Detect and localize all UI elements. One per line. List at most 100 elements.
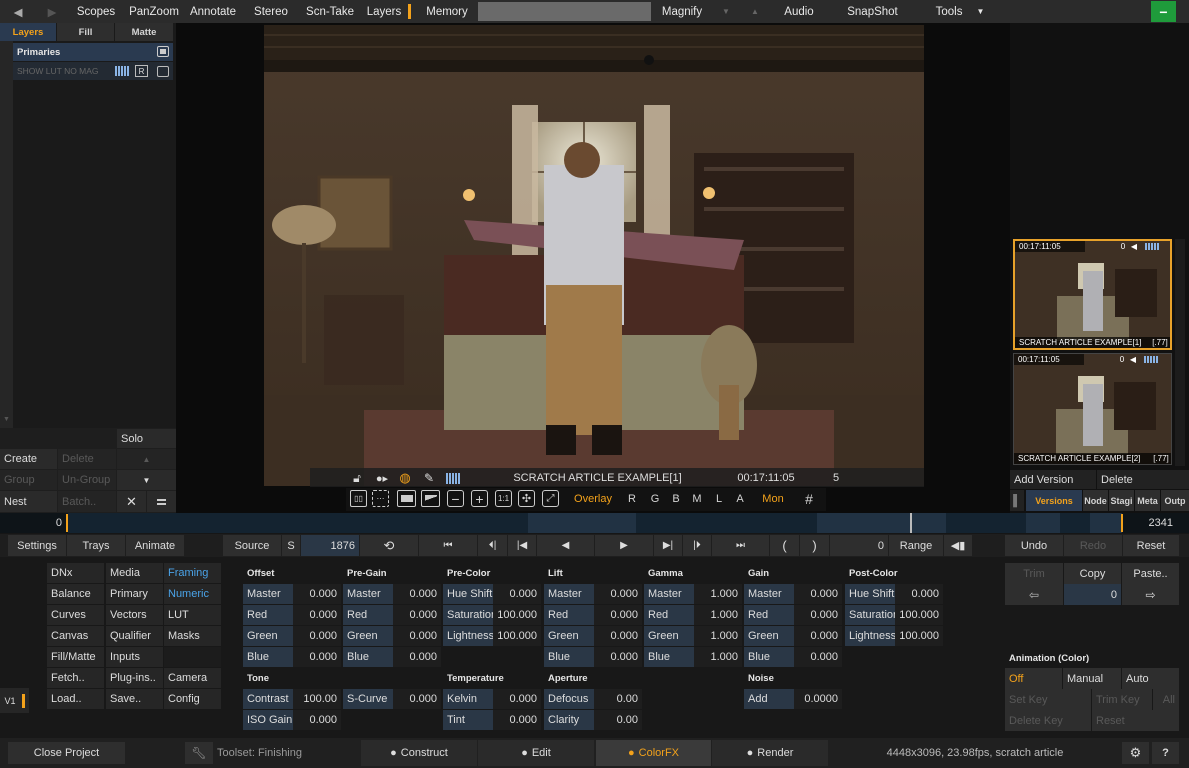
menu-item-media[interactable]: Media [106,563,163,583]
gear-icon[interactable]: ⚙ [1122,742,1149,764]
temperature-tint-value[interactable]: 0.000 [493,710,541,730]
offset-green-value[interactable]: 0.000 [293,626,341,646]
tab-stage[interactable]: Stagi [1109,490,1134,511]
temperature-kelvin-value[interactable]: 0.000 [493,689,541,709]
forward-arrow-icon[interactable]: ▶ [36,0,68,23]
one-to-one-button[interactable]: 1:1 [495,490,512,507]
overlay-button[interactable]: Overlay [570,490,616,507]
audio-link-icon[interactable]: ●▸ [372,469,392,487]
ungroup-button[interactable]: Un-Group [58,470,116,490]
menu-item-camera[interactable]: Camera [164,668,221,688]
delete-key-button[interactable]: Delete Key [1005,710,1091,731]
tab-meta[interactable]: Meta [1135,490,1160,511]
tab-colorfx[interactable]: ● ColorFX [596,740,711,766]
grid-icon[interactable]: # [800,490,818,507]
batch-button[interactable]: Batch.. [58,491,116,512]
menu-item-inputs[interactable]: Inputs [106,647,163,667]
channel-m[interactable]: M [691,490,703,507]
menu-item-canvas[interactable]: Canvas [47,626,104,646]
mark-in-icon[interactable]: ( [770,535,799,556]
panel-handle-icon[interactable]: ▌ [1010,490,1024,511]
timeline-segment[interactable] [1060,513,1090,533]
menu-item-lut[interactable]: LUT [164,605,221,625]
go-to-start-icon[interactable]: ⏮ [419,535,477,556]
channel-g[interactable]: G [649,490,661,507]
timeline-segment[interactable] [1026,513,1060,533]
scurve-s-curve-value[interactable]: 0.000 [393,689,441,709]
menu-item-numeric[interactable]: Numeric [164,584,221,604]
menu-item-masks[interactable]: Masks [164,626,221,646]
move-up-icon[interactable]: ▲ [117,449,176,469]
menu-magnify[interactable]: Magnify [653,0,711,23]
menu-audio[interactable]: Audio [770,0,828,23]
menu-item-balance[interactable]: Balance [47,584,104,604]
globe-icon[interactable]: ◍ [397,469,413,487]
tab-layers[interactable]: Layers [0,23,56,41]
left-scrollbar[interactable] [0,23,13,428]
timeline-segment[interactable] [912,513,946,533]
gamma-green-value[interactable]: 1.000 [694,626,742,646]
timeline-segment[interactable] [817,513,910,533]
menu-item-config[interactable]: Config [164,689,221,709]
menu-scopes[interactable]: Scopes [68,0,124,23]
close-x-icon[interactable]: ✕ [117,491,146,512]
copy-right-arrow-icon[interactable]: ⇨ [1122,584,1179,605]
group-button[interactable]: Group [0,470,57,490]
layer-visibility-icon[interactable] [157,46,169,57]
menu-item-fetch[interactable]: Fetch.. [47,668,104,688]
all-keys-button[interactable]: All [1153,689,1179,710]
timeline-segment[interactable] [1090,513,1122,533]
versions-scrollbar[interactable] [1175,239,1185,466]
gamma-blue-value[interactable]: 1.000 [694,647,742,667]
timeline-segment[interactable] [68,513,528,533]
gamma-red-value[interactable]: 1.000 [694,605,742,625]
lut-visibility-icon[interactable] [157,66,169,77]
noise-add-value[interactable]: 0.0000 [794,689,842,709]
postcolor-hue-shift-value[interactable]: 0.000 [895,584,943,604]
create-button[interactable]: Create [0,449,57,469]
precolor-hue-shift-value[interactable]: 0.000 [493,584,541,604]
lift-red-value[interactable]: 0.000 [594,605,642,625]
nest-button[interactable]: Nest [0,491,57,512]
menu-item-vectors[interactable]: Vectors [106,605,163,625]
menu-item-plugins[interactable]: Plug-ins.. [106,668,163,688]
menu-snapshot[interactable]: SnapShot [830,0,915,23]
tone-contrast-value[interactable]: 100.00 [293,689,341,709]
volume-icon[interactable]: ◀▮ [944,535,972,556]
copy-value[interactable]: 0 [1064,584,1121,605]
tab-render[interactable]: ● Render [712,740,828,766]
timeline-segment[interactable] [946,513,1026,533]
lift-blue-value[interactable]: 0.000 [594,647,642,667]
anim-manual-button[interactable]: Manual [1063,668,1121,689]
menu-panzoom[interactable]: PanZoom [125,0,183,23]
gain-red-value[interactable]: 0.000 [794,605,842,625]
zoom-out-icon[interactable]: − [447,490,464,507]
v1-track[interactable]: V1 [0,688,29,713]
s-button[interactable]: S [282,535,300,556]
reset-button[interactable]: Reset [1123,535,1179,556]
anim-off-button[interactable]: Off [1005,668,1062,689]
menu-item-fillmatte[interactable]: Fill/Matte [47,647,104,667]
loop-icon[interactable]: ⟲ [360,535,418,556]
play-reverse-icon[interactable]: ◀ [537,535,594,556]
gamma-master-value[interactable]: 1.000 [694,584,742,604]
tab-versions[interactable]: Versions [1026,490,1082,511]
step-back-icon[interactable]: |◀ [508,535,536,556]
channel-a[interactable]: A [734,490,746,507]
tab-edit[interactable]: ● Edit [478,740,594,766]
gain-master-value[interactable]: 0.000 [794,584,842,604]
menu-item-framing[interactable]: Framing [164,563,221,583]
paste-button[interactable]: Paste.. [1122,563,1179,584]
animate-button[interactable]: Animate [126,535,184,556]
mark-out-icon[interactable]: ) [800,535,829,556]
memory-slot-bar[interactable] [478,2,651,21]
gain-green-value[interactable]: 0.000 [794,626,842,646]
gain-blue-value[interactable]: 0.000 [794,647,842,667]
menu-tools[interactable]: Tools ▼ [917,0,1003,23]
step-forward-icon[interactable]: ▶| [654,535,682,556]
pregain-red-value[interactable]: 0.000 [393,605,441,625]
range-button[interactable]: Range [889,535,943,556]
primaries-layer[interactable]: Primaries [13,43,173,61]
postcolor-saturation-value[interactable]: 100.000 [895,605,943,625]
menu-annotate[interactable]: Annotate [184,0,242,23]
